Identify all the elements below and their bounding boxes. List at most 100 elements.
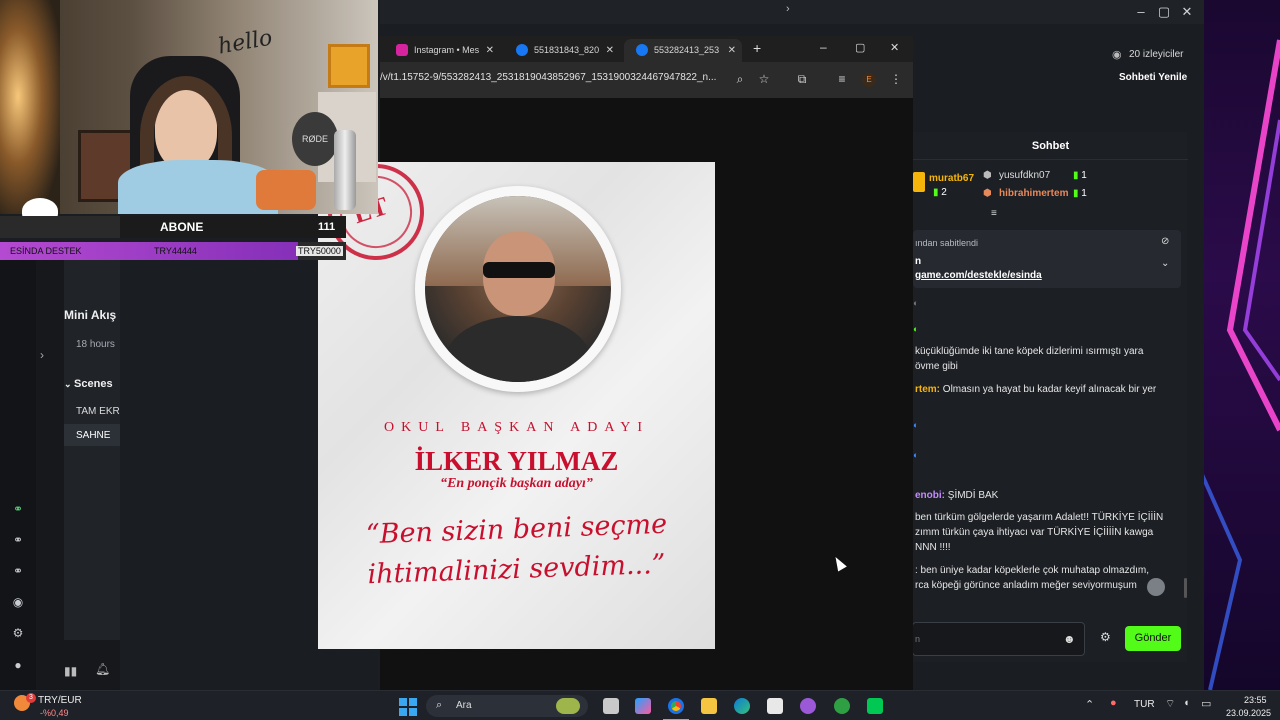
instagram-icon xyxy=(396,44,408,56)
neon-graphic xyxy=(1200,39,1280,690)
url-text[interactable]: /v/t1.15752-9/553282413_2531819043852967… xyxy=(380,72,716,83)
media-icon[interactable]: ≡ xyxy=(834,72,850,86)
chat-message: övme gibi xyxy=(915,361,958,372)
expand-chevron-icon[interactable]: › xyxy=(40,348,44,362)
file-explorer-icon[interactable] xyxy=(701,698,717,714)
tab-image-1[interactable]: 551831843_820 ✕ xyxy=(504,39,620,62)
close-icon[interactable]: ✕ xyxy=(1176,2,1198,22)
chat-message: zımm türkün çaya ihtiyacı var TÜRKİYE İÇ… xyxy=(915,527,1154,538)
chevron-up-icon[interactable]: ⌃ xyxy=(1085,698,1094,711)
extensions-icon[interactable]: ⧉ xyxy=(794,72,810,87)
gold-badge-icon xyxy=(913,172,925,192)
store-icon[interactable] xyxy=(767,698,783,714)
tab-image-2-active[interactable]: 553282413_253 ✕ xyxy=(624,39,742,62)
close-tab-icon[interactable]: ✕ xyxy=(606,39,614,62)
address-bar[interactable]: /v/t1.15752-9/553282413_2531819043852967… xyxy=(380,62,913,98)
hex-badge-icon: ⬢ xyxy=(983,170,992,181)
chevron-right-icon[interactable]: › xyxy=(786,3,790,15)
scene-item-active[interactable]: SAHNE xyxy=(64,424,120,446)
stats-icon[interactable]: ▮▮ xyxy=(64,664,77,678)
leaderboard-count: ▮ 1 xyxy=(1073,170,1087,181)
leaderboard-name[interactable]: yusufdkn07 xyxy=(999,170,1050,181)
chrome-icon[interactable] xyxy=(668,698,684,714)
scene-label: TAM EKR xyxy=(76,406,120,417)
search-input[interactable]: ⌕ Ara xyxy=(426,695,588,717)
task-view-icon[interactable] xyxy=(603,698,619,714)
menu-icon[interactable]: ⋮ xyxy=(888,72,904,86)
tab-instagram[interactable]: Instagram • Mes ✕ xyxy=(384,39,500,62)
chevron-down-icon: ⌄ xyxy=(64,379,75,389)
profile-avatar[interactable]: E xyxy=(862,73,876,87)
desktop-background xyxy=(1200,0,1280,690)
scenes-header[interactable]: ⌄ Scenes xyxy=(64,378,113,390)
unpin-icon[interactable]: ⊘ xyxy=(1161,236,1169,247)
clock-date[interactable]: 23.09.2025 xyxy=(1226,708,1271,718)
battery-icon[interactable]: ▭ xyxy=(1201,697,1211,710)
filter-icon[interactable]: ≡ xyxy=(991,208,997,219)
close-tab-icon[interactable]: ✕ xyxy=(486,39,494,62)
microphone-icon[interactable]: ● xyxy=(1110,697,1117,709)
ticker-pair[interactable]: TRY/EUR xyxy=(38,695,82,706)
language-indicator[interactable]: TUR xyxy=(1134,699,1155,710)
search-placeholder: Ara xyxy=(456,700,472,711)
facebook-icon xyxy=(516,44,528,56)
chat-message: ben türküm gölgelerde yaşarım Adalet!! T… xyxy=(915,512,1164,523)
leaderboard-name[interactable]: hibrahimertem xyxy=(999,188,1068,199)
emoji-icon[interactable]: ☻ xyxy=(1063,632,1076,646)
chat-input[interactable]: n ☻ xyxy=(912,622,1085,656)
new-tab-icon[interactable]: + xyxy=(753,40,761,56)
user-icon[interactable]: ● xyxy=(11,658,25,672)
star-icon[interactable]: ☆ xyxy=(756,72,772,86)
search-highlight-icon xyxy=(556,698,580,714)
refresh-chat-button[interactable]: Sohbeti Yenile xyxy=(1119,72,1187,83)
copilot-icon[interactable] xyxy=(635,698,651,714)
chevron-down-icon[interactable]: ⌄ xyxy=(1161,258,1169,269)
scene-item[interactable]: TAM EKR xyxy=(64,400,120,422)
chat-message: rca köpeği görünce anladım meğer seviyor… xyxy=(915,580,1137,591)
xbox-icon[interactable] xyxy=(834,698,850,714)
leaderboard-name[interactable]: muratb67 xyxy=(929,173,974,184)
eye-icon[interactable]: ◉ xyxy=(11,595,25,609)
close-icon[interactable]: ✕ xyxy=(890,41,899,54)
clock-time[interactable]: 23:55 xyxy=(1244,695,1267,705)
kick-app-icon[interactable] xyxy=(867,698,883,714)
pinned-link[interactable]: game.com/destekle/esinda xyxy=(915,270,1042,281)
badge-icon: ◐ xyxy=(913,420,919,430)
zoom-icon[interactable]: ⌕ xyxy=(732,72,748,87)
windows-start-icon[interactable] xyxy=(399,698,417,716)
mini-akis-time: 18 hours xyxy=(76,339,115,350)
search-icon: ⌕ xyxy=(436,699,443,711)
bell-icon[interactable]: 🔔︎ xyxy=(95,662,110,676)
webcam-overlay: hello RØDE xyxy=(0,0,378,214)
edge-icon[interactable] xyxy=(734,698,750,714)
maximize-icon[interactable]: ▢ xyxy=(1153,2,1175,22)
send-button[interactable]: Gönder xyxy=(1125,626,1181,651)
scrollbar[interactable] xyxy=(1184,578,1187,598)
subscriber-label: ABONE xyxy=(160,220,204,234)
facebook-icon xyxy=(636,44,648,56)
close-tab-icon[interactable]: ✕ xyxy=(728,39,736,62)
mini-akis-title: Mini Akış xyxy=(64,308,117,322)
minimize-icon[interactable]: – xyxy=(820,40,827,54)
link-icon[interactable]: ⚭ xyxy=(11,564,25,578)
gear-icon[interactable]: ⚙ xyxy=(1100,630,1111,644)
chat-panel: Sohbet muratb67 ▮ 2 ⬢ yusufdkn07 ▮ 1 ⬢ h… xyxy=(912,132,1188,662)
maximize-icon[interactable]: ▢ xyxy=(855,41,865,54)
wifi-icon[interactable]: ⌔ xyxy=(1165,697,1175,711)
taskbar: 3 TRY/EUR -%0,49 ⌕ Ara ⌃ ● TUR ⌔ ◖ ▭ 23:… xyxy=(0,690,1280,720)
hello-wall-text: hello xyxy=(216,25,275,60)
chat-message: NNN !!!! xyxy=(915,542,951,553)
chat-header: ◉ 20 izleyiciler Sohbeti Yenile xyxy=(912,42,1200,92)
lamp xyxy=(0,0,60,214)
poster-name: İLKER YILMAZ xyxy=(414,446,619,476)
link-icon[interactable]: ⚭ xyxy=(11,502,25,516)
chat-title: Sohbet xyxy=(913,132,1188,160)
gear-icon[interactable]: ⚙ xyxy=(11,626,25,640)
viewer-count: 20 izleyiciler xyxy=(1129,49,1184,60)
minimize-icon[interactable]: – xyxy=(1130,2,1152,22)
volume-icon[interactable]: ◖ xyxy=(1183,697,1190,709)
link-icon[interactable]: ⚭ xyxy=(11,533,25,547)
chat-message: enobi: ŞİMDİ BAK xyxy=(915,490,999,501)
app-icon[interactable] xyxy=(800,698,816,714)
eye-icon: ◉ xyxy=(1112,49,1122,61)
